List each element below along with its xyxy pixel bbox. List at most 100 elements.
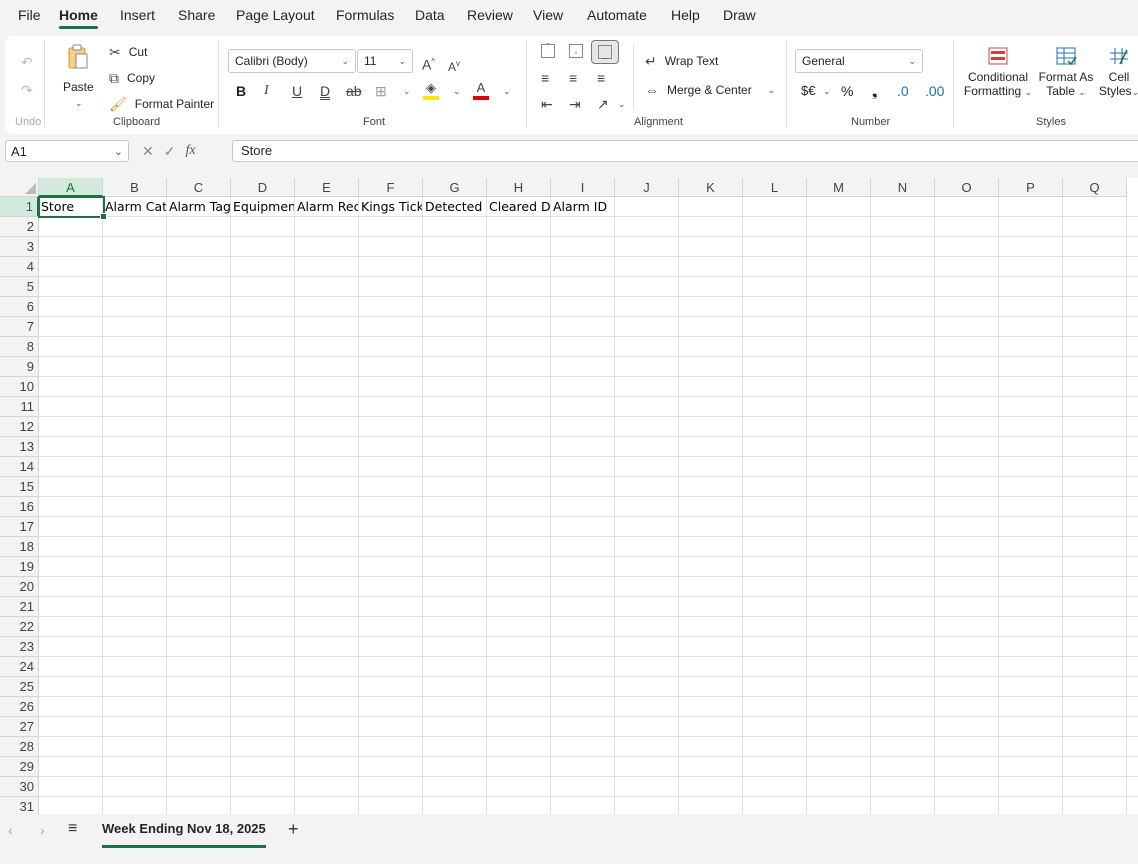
column-header-o[interactable]: O: [935, 178, 999, 197]
row-header-16[interactable]: 16: [0, 497, 39, 517]
increase-indent-icon[interactable]: ⇥: [569, 96, 581, 112]
sheet-list-icon[interactable]: ≡: [68, 820, 77, 838]
tab-share[interactable]: Share: [178, 7, 215, 29]
comma-style-button[interactable]: ❟: [872, 83, 878, 100]
row-header-22[interactable]: 22: [0, 617, 39, 637]
row-header-1[interactable]: 1: [0, 197, 39, 217]
tab-home[interactable]: Home: [59, 7, 98, 29]
cancel-icon[interactable]: ✕: [142, 143, 154, 160]
conditional-formatting-button[interactable]: Conditional Formatting ⌄: [963, 46, 1033, 98]
row-header-28[interactable]: 28: [0, 737, 39, 757]
bold-button[interactable]: B: [236, 83, 246, 99]
row-header-10[interactable]: 10: [0, 377, 39, 397]
row-header-11[interactable]: 11: [0, 397, 39, 417]
format-painter-button[interactable]: 🖌 Format Painter: [109, 96, 214, 112]
row-header-29[interactable]: 29: [0, 757, 39, 777]
redo-icon[interactable]: ↷: [21, 82, 33, 98]
align-center-icon[interactable]: ≡: [569, 70, 577, 86]
column-header-i[interactable]: I: [551, 178, 615, 197]
align-left-icon[interactable]: ≡: [541, 70, 549, 86]
check-icon[interactable]: ✓: [164, 143, 176, 160]
double-underline-button[interactable]: D: [320, 83, 330, 99]
font-name-dropdown[interactable]: Calibri (Body) ⌄: [228, 49, 356, 73]
row-header-23[interactable]: 23: [0, 637, 39, 657]
tab-draw[interactable]: Draw: [723, 7, 756, 29]
cell-i1[interactable]: Alarm ID: [551, 197, 614, 217]
wrap-text-button[interactable]: ↵ Wrap Text: [645, 53, 718, 69]
decrease-font-size-icon[interactable]: Av: [448, 56, 460, 75]
add-sheet-button[interactable]: +: [288, 819, 299, 840]
orientation-dropdown-icon[interactable]: ⌄: [618, 99, 626, 110]
spreadsheet-grid[interactable]: ABCDEFGHIJKLMNOPQ 1 2 3 4 5 6 7 8 9 10 11 12 13 14 15 1…: [0, 178, 1138, 814]
tab-help[interactable]: Help: [671, 7, 700, 29]
row-header-5[interactable]: 5: [0, 277, 39, 297]
select-all-corner[interactable]: [0, 178, 39, 197]
column-header-m[interactable]: M: [807, 178, 871, 197]
decrease-decimal-icon[interactable]: .00: [925, 83, 944, 99]
paste-dropdown-icon[interactable]: ⌄: [75, 98, 83, 109]
tab-page-layout[interactable]: Page Layout: [236, 7, 315, 29]
tab-data[interactable]: Data: [415, 7, 445, 29]
row-header-20[interactable]: 20: [0, 577, 39, 597]
font-color-button[interactable]: A: [473, 80, 489, 100]
insert-function-button[interactable]: fx: [185, 143, 195, 159]
column-header-c[interactable]: C: [167, 178, 231, 197]
font-size-dropdown[interactable]: 11 ⌄: [357, 49, 413, 73]
middle-align-icon[interactable]: -: [569, 44, 583, 58]
undo-icon[interactable]: ↶: [21, 54, 33, 70]
cell-g1[interactable]: Detected Date: [423, 197, 486, 217]
row-header-4[interactable]: 4: [0, 257, 39, 277]
cell-b1[interactable]: Alarm Category: [103, 197, 166, 217]
row-header-17[interactable]: 17: [0, 517, 39, 537]
formula-input[interactable]: Store: [232, 140, 1138, 162]
row-header-7[interactable]: 7: [0, 317, 39, 337]
currency-button[interactable]: $€: [801, 83, 815, 98]
row-header-6[interactable]: 6: [0, 297, 39, 317]
align-right-icon[interactable]: ≡: [597, 70, 605, 86]
increase-font-size-icon[interactable]: A^: [422, 54, 435, 73]
row-header-25[interactable]: 25: [0, 677, 39, 697]
row-header-24[interactable]: 24: [0, 657, 39, 677]
increase-decimal-icon[interactable]: .0: [897, 83, 909, 99]
column-header-n[interactable]: N: [871, 178, 935, 197]
sheet-tab-week-ending[interactable]: Week Ending Nov 18, 2025: [102, 821, 266, 848]
top-align-icon[interactable]: ‾: [541, 44, 555, 58]
borders-dropdown-icon[interactable]: ⌄: [403, 86, 411, 97]
copy-button[interactable]: ⧉ Copy: [109, 70, 155, 86]
row-header-27[interactable]: 27: [0, 717, 39, 737]
paste-button[interactable]: [63, 44, 93, 70]
currency-dropdown-icon[interactable]: ⌄: [823, 86, 831, 97]
row-header-26[interactable]: 26: [0, 697, 39, 717]
tab-automate[interactable]: Automate: [587, 7, 647, 29]
cell-c1[interactable]: Alarm Tag: [167, 197, 230, 217]
column-header-k[interactable]: K: [679, 178, 743, 197]
scroll-left-icon[interactable]: ‹: [8, 822, 13, 838]
cell-styles-button[interactable]: Cell Styles⌄: [1097, 46, 1138, 98]
borders-icon[interactable]: ⊞: [375, 83, 387, 99]
cut-button[interactable]: ✂ Cut: [109, 44, 147, 60]
row-header-31[interactable]: 31: [0, 797, 39, 814]
tab-formulas[interactable]: Formulas: [336, 7, 394, 29]
italic-button[interactable]: I: [264, 83, 269, 99]
row-header-18[interactable]: 18: [0, 537, 39, 557]
percent-button[interactable]: %: [841, 83, 853, 99]
row-header-30[interactable]: 30: [0, 777, 39, 797]
column-header-b[interactable]: B: [103, 178, 167, 197]
format-as-table-button[interactable]: Format As Table ⌄: [1036, 46, 1096, 98]
fill-color-dropdown-icon[interactable]: ⌄: [453, 86, 461, 97]
decrease-indent-icon[interactable]: ⇤: [541, 96, 553, 112]
tab-insert[interactable]: Insert: [120, 7, 155, 29]
column-header-e[interactable]: E: [295, 178, 359, 197]
underline-button[interactable]: U: [292, 83, 302, 99]
column-header-l[interactable]: L: [743, 178, 807, 197]
name-box[interactable]: A1 ⌄: [5, 140, 129, 162]
orientation-icon[interactable]: ↗: [597, 96, 609, 112]
strikethrough-button[interactable]: ab: [346, 83, 362, 99]
row-header-2[interactable]: 2: [0, 217, 39, 237]
column-header-p[interactable]: P: [999, 178, 1063, 197]
row-header-21[interactable]: 21: [0, 597, 39, 617]
column-header-f[interactable]: F: [359, 178, 423, 197]
tab-file[interactable]: File: [18, 7, 41, 29]
column-header-h[interactable]: H: [487, 178, 551, 197]
row-header-15[interactable]: 15: [0, 477, 39, 497]
